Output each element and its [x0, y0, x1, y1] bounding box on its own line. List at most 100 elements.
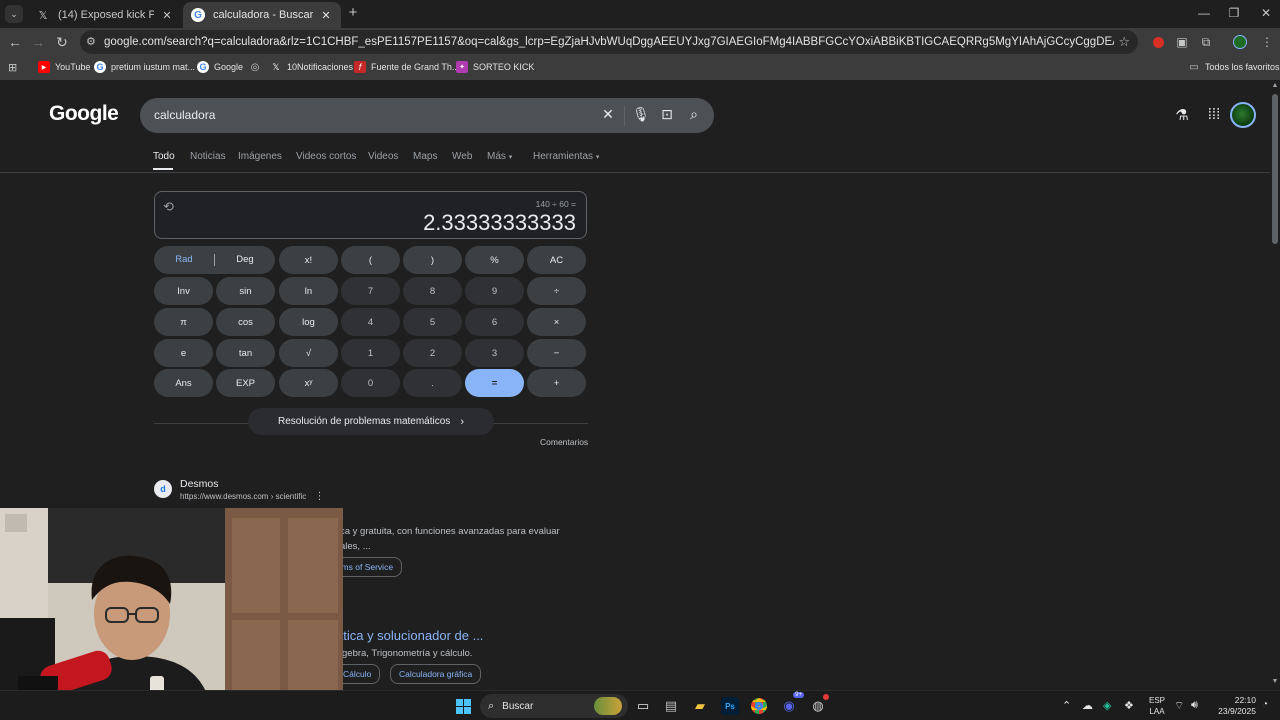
key-3[interactable]: 3 [465, 339, 524, 367]
bookmark-fuente-gta[interactable]: f Fuente de Grand Th... [354, 61, 459, 73]
restore-icon[interactable]: ❐ [1224, 6, 1244, 20]
more-options-icon[interactable]: ⋮ [315, 491, 325, 502]
result-site-name[interactable]: Desmos [180, 478, 219, 490]
history-icon[interactable]: ⟲ [163, 199, 174, 215]
result-url[interactable]: https://www.desmos.com › scientific ⋮ [180, 491, 325, 502]
key-divide[interactable]: ÷ [527, 277, 586, 305]
math-solver-button[interactable]: Resolución de problemas matemáticos › [248, 408, 494, 435]
chrome-taskbar-icon[interactable] [750, 697, 768, 715]
bookmark-google[interactable]: G Google [197, 61, 243, 73]
wifi-icon[interactable]: ⌔ [1174, 699, 1184, 713]
onedrive-icon[interactable]: ☁ [1082, 699, 1093, 712]
reload-icon[interactable]: ↻ [53, 34, 71, 50]
page-scrollbar[interactable]: ▲ ▼ [1270, 80, 1280, 690]
search-input[interactable]: calculadora [154, 108, 215, 122]
extension-icon[interactable]: ▣ [1174, 34, 1190, 50]
key-ln[interactable]: ln [279, 277, 338, 305]
key-4[interactable]: 4 [341, 308, 400, 336]
key-tan[interactable]: tan [216, 339, 275, 367]
scroll-up-icon[interactable]: ▲ [1271, 82, 1279, 89]
key-exp[interactable]: EXP [216, 369, 275, 397]
forward-icon[interactable]: → [29, 34, 47, 50]
taskbar-search[interactable]: ⌕ Buscar [480, 694, 628, 718]
tab-search-dropdown-button[interactable]: ⌄ [5, 5, 23, 23]
browser-tab-google[interactable]: G calculadora - Buscar con Googl ✕ [183, 2, 341, 28]
search-box[interactable]: calculadora ✕ 🎙︎ ⊡ ⌕ [140, 98, 714, 133]
scrollbar-thumb[interactable] [1272, 94, 1278, 244]
key-power[interactable]: xʸ [279, 369, 338, 397]
key-7[interactable]: 7 [341, 277, 400, 305]
windows-start-icon[interactable] [454, 697, 472, 715]
bookmark-10notificaciones[interactable]: 𝕏 10Notificaciones [270, 61, 353, 73]
tab-imagenes[interactable]: Imágenes [238, 151, 282, 162]
tab-videos[interactable]: Videos [368, 151, 398, 162]
language-indicator[interactable]: ESP LAA [1148, 695, 1166, 717]
browser-menu-icon[interactable]: ⋮ [1259, 34, 1275, 50]
tab-herramientas[interactable]: Herramientas ▾ [533, 151, 599, 162]
security-icon[interactable]: ◈ [1103, 699, 1111, 712]
angle-mode-toggle[interactable]: Rad Deg [154, 246, 275, 274]
task-view-icon[interactable]: ▭ [634, 697, 652, 715]
clear-search-icon[interactable]: ✕ [599, 106, 617, 123]
back-icon[interactable]: ← [6, 34, 24, 50]
bookmark-sorteo-kick[interactable]: ✦ SORTEO KICK [456, 61, 534, 73]
labs-flask-icon[interactable]: ⚗ [1172, 106, 1192, 124]
sitelink-chip[interactable]: Calculadora gráfica [390, 664, 482, 684]
show-hidden-icons[interactable]: ⌃ [1062, 699, 1071, 712]
key-pi[interactable]: π [154, 308, 213, 336]
google-apps-icon[interactable]: ⁞⁞⁞ [1204, 106, 1224, 123]
google-logo[interactable]: Google [49, 102, 119, 126]
extensions-puzzle-icon[interactable]: ⧉ [1198, 34, 1214, 50]
tab-maps[interactable]: Maps [413, 151, 437, 162]
extension-red-icon[interactable] [1150, 34, 1166, 50]
key-sin[interactable]: sin [216, 277, 275, 305]
photoshop-icon[interactable]: Ps [721, 697, 739, 715]
desmos-favicon-icon[interactable]: d [154, 480, 172, 498]
key-inverse[interactable]: Inv [154, 277, 213, 305]
close-tab-icon[interactable]: ✕ [319, 9, 333, 22]
feedback-link[interactable]: Comentarios [540, 437, 588, 447]
search-icon[interactable]: ⌕ [685, 106, 703, 123]
new-tab-button[interactable]: + [346, 5, 360, 21]
result-title[interactable]: ática y solucionador de ... [336, 628, 483, 643]
lens-camera-icon[interactable]: ⊡ [658, 106, 676, 123]
network-icon[interactable]: ❖ [1124, 699, 1134, 712]
key-sqrt[interactable]: √ [279, 339, 338, 367]
profile-icon[interactable] [1232, 34, 1248, 50]
tab-todo[interactable]: Todo [153, 151, 175, 162]
tab-web[interactable]: Web [452, 151, 472, 162]
bookmark-globe[interactable]: ◎ [249, 61, 266, 73]
notifications-icon[interactable]: ◔ [1262, 699, 1268, 710]
key-5[interactable]: 5 [403, 308, 462, 336]
browser-tab-x[interactable]: 𝕏 (14) Exposed kick Peru (@Kicks ✕ [28, 2, 182, 28]
bookmark-star-icon[interactable]: ☆ [1118, 34, 1130, 50]
app-icon[interactable]: ▤ [662, 697, 680, 715]
all-bookmarks-folder[interactable]: ▭ Todos los favoritos [1188, 61, 1279, 73]
file-explorer-icon[interactable]: ▰ [691, 697, 709, 715]
key-minus[interactable]: − [527, 339, 586, 367]
tab-mas[interactable]: Más ▾ [487, 151, 512, 162]
key-log[interactable]: log [279, 308, 338, 336]
key-open-paren[interactable]: ( [341, 246, 400, 274]
key-decimal[interactable]: . [403, 369, 462, 397]
key-8[interactable]: 8 [403, 277, 462, 305]
key-percent[interactable]: % [465, 246, 524, 274]
volume-icon[interactable]: 🔊︎ [1191, 699, 1198, 712]
microphone-icon[interactable]: 🎙︎ [632, 106, 650, 123]
key-ans[interactable]: Ans [154, 369, 213, 397]
bookmark-pretium[interactable]: G pretium iustum mat... [94, 61, 195, 73]
close-tab-icon[interactable]: ✕ [160, 9, 174, 22]
deg-button[interactable]: Deg [215, 254, 275, 265]
key-multiply[interactable]: × [527, 308, 586, 336]
key-plus[interactable]: + [527, 369, 586, 397]
key-close-paren[interactable]: ) [403, 246, 462, 274]
tab-noticias[interactable]: Noticias [190, 151, 226, 162]
key-cos[interactable]: cos [216, 308, 275, 336]
minimize-icon[interactable]: — [1194, 6, 1214, 20]
key-0[interactable]: 0 [341, 369, 400, 397]
key-6[interactable]: 6 [465, 308, 524, 336]
key-factorial[interactable]: x! [279, 246, 338, 274]
tab-videos-cortos[interactable]: Videos cortos [296, 151, 356, 162]
site-info-icon[interactable]: ⚙ [86, 35, 96, 48]
close-window-icon[interactable]: ✕ [1256, 6, 1276, 20]
